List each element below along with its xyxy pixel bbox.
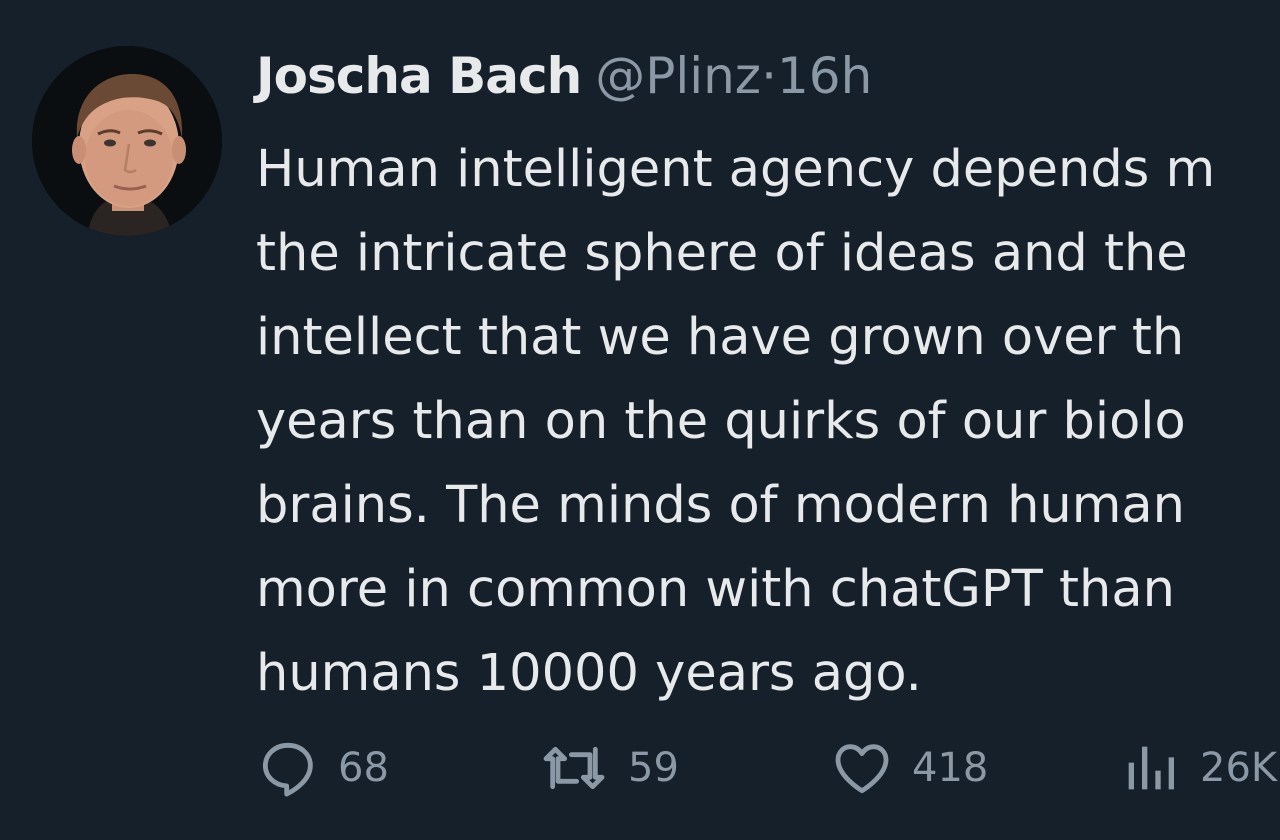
tweet-timestamp[interactable]: 16h bbox=[777, 47, 872, 105]
like-count: 418 bbox=[912, 745, 989, 791]
like-button[interactable]: 418 bbox=[830, 736, 988, 800]
tweet-text: Human intelligent agency depends m the i… bbox=[256, 128, 1280, 716]
avatar-photo bbox=[32, 46, 222, 236]
views-button[interactable]: 26K bbox=[1118, 736, 1277, 800]
retweet-icon bbox=[543, 746, 605, 790]
tweet-text-line: humans 10000 years ago. bbox=[256, 644, 922, 703]
tweet-header: Joscha Bach @Plinz·16h bbox=[256, 44, 872, 108]
views-icon bbox=[1128, 746, 1174, 790]
header-separator: · bbox=[761, 47, 777, 105]
author-display-name[interactable]: Joscha Bach bbox=[256, 47, 582, 105]
retweet-button[interactable]: 59 bbox=[538, 736, 679, 800]
reply-icon bbox=[262, 742, 313, 797]
tweet-text-line: the intricate sphere of ideas and the bbox=[256, 224, 1188, 283]
author-avatar[interactable] bbox=[32, 46, 222, 236]
reply-count: 68 bbox=[338, 745, 389, 791]
author-handle[interactable]: @Plinz bbox=[595, 47, 761, 105]
tweet-text-line: brains. The minds of modern human bbox=[256, 476, 1185, 535]
tweet-text-line: Human intelligent agency depends m bbox=[256, 140, 1216, 199]
retweet-count: 59 bbox=[628, 745, 679, 791]
tweet: Joscha Bach @Plinz·16h Human intelligent … bbox=[0, 0, 1280, 840]
reply-button[interactable]: 68 bbox=[256, 736, 389, 800]
tweet-text-line: years than on the quirks of our biolo bbox=[256, 392, 1186, 451]
tweet-text-line: intellect that we have grown over th bbox=[256, 308, 1185, 367]
tweet-text-line: more in common with chatGPT than bbox=[256, 560, 1175, 619]
heart-icon bbox=[835, 744, 889, 794]
tweet-action-bar: 68 59 418 26K bbox=[256, 736, 1280, 800]
views-count: 26K bbox=[1200, 745, 1278, 791]
